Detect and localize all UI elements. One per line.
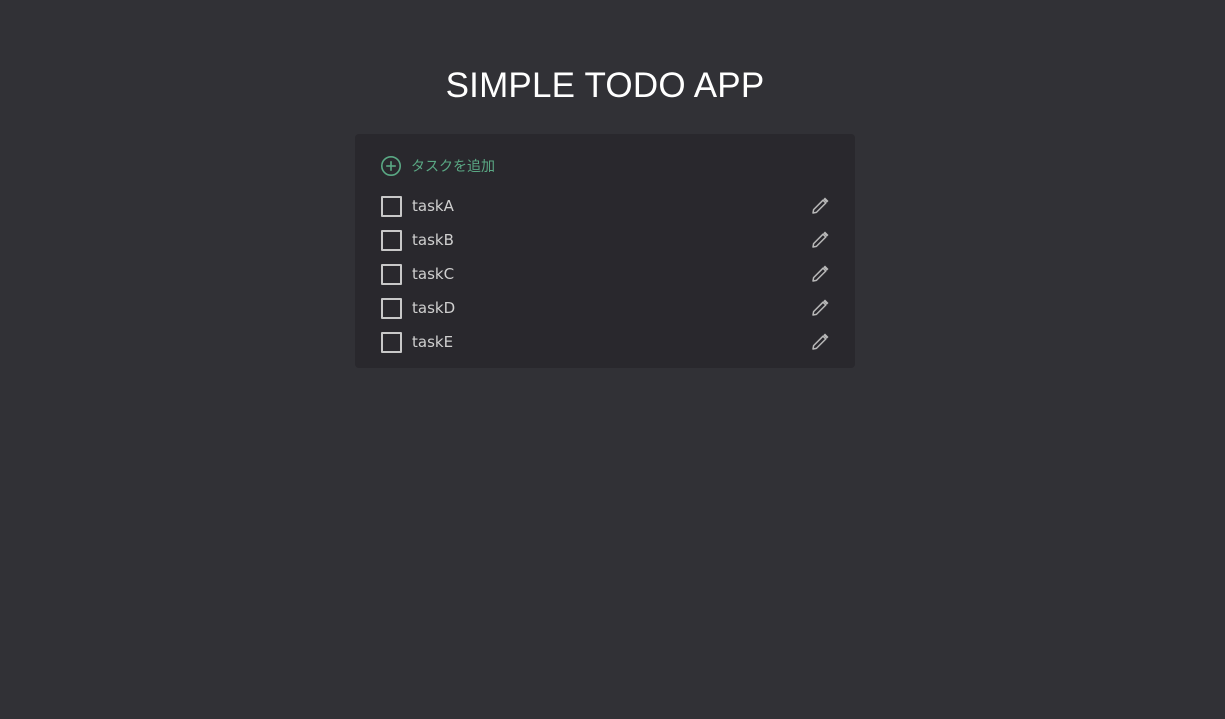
task-item: taskE	[380, 325, 830, 359]
page-title: SIMPLE TODO APP	[445, 66, 765, 105]
checkbox-icon[interactable]	[381, 297, 402, 319]
pencil-icon[interactable]	[810, 196, 830, 216]
checkbox-icon[interactable]	[381, 195, 402, 217]
pencil-icon[interactable]	[810, 230, 830, 250]
task-label: taskD	[412, 299, 456, 317]
task-item: taskC	[380, 257, 830, 291]
checkbox-icon[interactable]	[381, 263, 402, 285]
checkbox-icon[interactable]	[381, 229, 402, 251]
task-item: taskB	[380, 223, 830, 257]
task-list: taskA taskB taskC taskD taskE	[380, 189, 830, 359]
pencil-icon[interactable]	[810, 264, 830, 284]
task-label: taskE	[412, 333, 454, 351]
add-task-label: タスクを追加	[411, 159, 495, 175]
checkbox-icon[interactable]	[381, 331, 402, 353]
task-label: taskC	[412, 265, 455, 283]
task-label: taskB	[412, 231, 454, 249]
pencil-icon[interactable]	[810, 332, 830, 352]
plus-circle-icon	[380, 155, 402, 177]
pencil-icon[interactable]	[810, 298, 830, 318]
task-item: taskA	[380, 189, 830, 223]
task-item: taskD	[380, 291, 830, 325]
todo-card: タスクを追加 taskA taskB taskC taskD taskE	[355, 134, 855, 368]
add-task-button[interactable]: タスクを追加	[380, 155, 495, 177]
task-label: taskA	[412, 197, 454, 215]
